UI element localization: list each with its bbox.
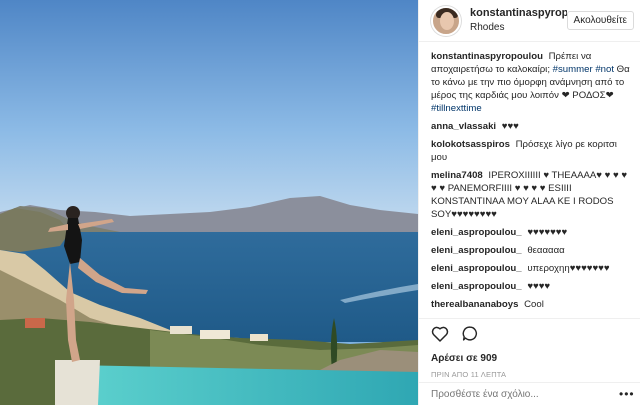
comment-text: υπεροχηη♥♥♥♥♥♥♥ [527, 263, 610, 274]
comment-username[interactable]: eleni_aspropoulou_ [431, 281, 522, 292]
comment-item: eleni_aspropoulou_ θεααααα [431, 244, 631, 257]
post-photo[interactable] [0, 0, 418, 405]
comments-list: konstantinaspyropoulou Πρέπει να αποχαιρ… [419, 50, 640, 316]
author-username[interactable]: konstantinaspyrop [470, 7, 567, 20]
post-location[interactable]: Rhodes [470, 21, 567, 34]
caption-username[interactable]: konstantinaspyropoulou [431, 51, 543, 62]
more-options-icon[interactable]: ••• [619, 387, 634, 401]
add-comment-bar: ••• [419, 382, 640, 405]
comment-username[interactable]: eleni_aspropoulou_ [431, 227, 522, 238]
comment-text: θεααααα [527, 245, 565, 256]
comment-item: anna_vlassaki ♥♥♥ [431, 120, 631, 133]
comment-username[interactable]: eleni_aspropoulou_ [431, 245, 522, 256]
comment-text: ♥♥♥♥ [527, 281, 551, 292]
comment-item: eleni_aspropoulou_ υπεροχηη♥♥♥♥♥♥♥ [431, 262, 631, 275]
action-icons [431, 326, 631, 346]
comment-item: eleni_aspropoulou_ ♥♥♥♥♥♥♥ [431, 226, 631, 239]
likes-count[interactable]: Αρέσει σε 909 [431, 353, 631, 364]
comment-item: kolokotsasspiros Πρόσεχε λίγο ρε κοριτσι… [431, 138, 631, 164]
comment-text: ♥♥♥♥♥♥♥ [527, 227, 568, 238]
add-comment-input[interactable] [431, 388, 619, 400]
hashtag-not[interactable]: #not [595, 64, 614, 75]
post-timestamp[interactable]: ΠΡΙΝ ΑΠΟ 11 ΛΕΠΤΑ [431, 370, 631, 379]
post-header: konstantinaspyrop Rhodes Ακολουθείτε [419, 0, 640, 42]
comment-username[interactable]: kolokotsasspiros [431, 139, 510, 150]
comment-item: melina7408 IPEROXIIIIII ♥ THEAAAA♥ ♥ ♥ ♥… [431, 169, 631, 221]
rhodes-seaside-photo [0, 0, 418, 405]
comment-username[interactable]: anna_vlassaki [431, 121, 496, 132]
speech-bubble-icon[interactable] [461, 325, 479, 347]
heart-icon[interactable] [431, 325, 449, 347]
comment-username[interactable]: therealbananaboys [431, 299, 518, 310]
author-info: konstantinaspyrop Rhodes [470, 7, 567, 34]
post-actions: Αρέσει σε 909 ΠΡΙΝ ΑΠΟ 11 ΛΕΠΤΑ [419, 318, 640, 379]
comment-username[interactable]: eleni_aspropoulou_ [431, 263, 522, 274]
hashtag-tillnexttime[interactable]: #tillnexttime [431, 103, 482, 114]
hashtag-summer[interactable]: #summer [553, 64, 593, 75]
comment-item: eleni_aspropoulou_ ♥♥♥♥ [431, 280, 631, 293]
comment-text: Cool [524, 299, 544, 310]
avatar[interactable] [431, 5, 461, 36]
following-button[interactable]: Ακολουθείτε [566, 11, 634, 30]
comment-text: ♥♥♥ [501, 121, 519, 132]
comment-item: therealbananaboys Cool [431, 298, 631, 311]
instagram-post: konstantinaspyrop Rhodes Ακολουθείτε kon… [0, 0, 640, 405]
caption: konstantinaspyropoulou Πρέπει να αποχαιρ… [431, 50, 631, 115]
comment-username[interactable]: melina7408 [431, 170, 483, 181]
post-side-panel: konstantinaspyrop Rhodes Ακολουθείτε kon… [418, 0, 640, 405]
